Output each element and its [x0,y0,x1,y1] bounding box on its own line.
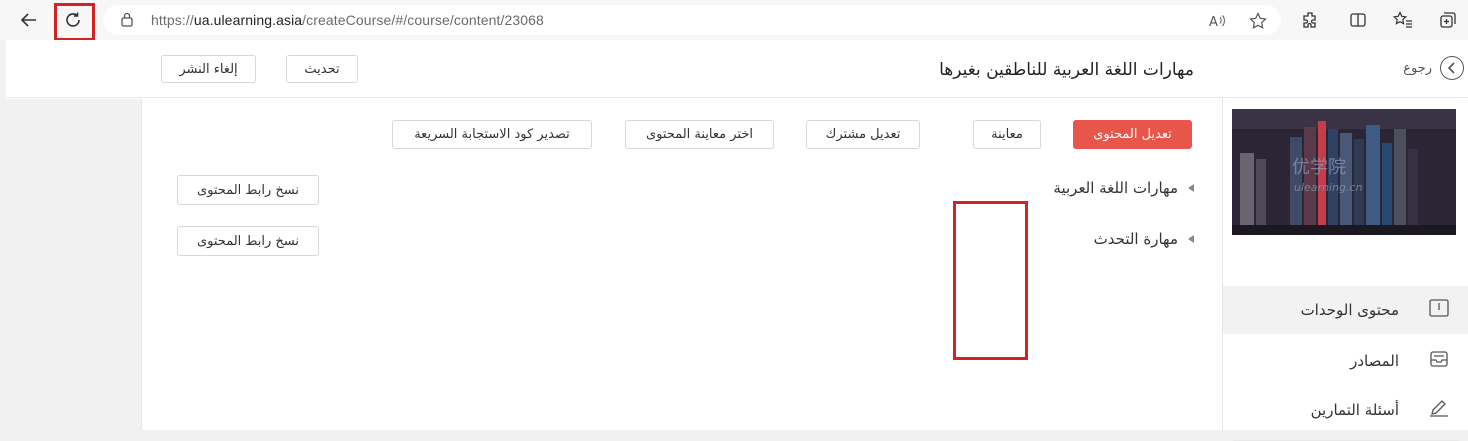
sidebar: 优学院 ulearning.cn محتوى الوحدات المصادر أ… [1222,99,1468,441]
favorite-star-icon[interactable] [1248,11,1268,31]
course-thumbnail: 优学院 ulearning.cn [1232,109,1456,235]
back-label: رجوع [1403,60,1432,76]
sidebar-item-label: محتوى الوحدات [1300,301,1399,319]
svg-text:A: A [1209,15,1218,29]
tree-node-title: مهارات اللغة العربية [1053,179,1178,197]
content-area: تعديل المحتوى معاينة تعديل مشترك اختر مع… [142,99,1222,430]
collections-icon[interactable] [1436,8,1460,32]
browser-toolbar: https://ua.ulearning.asia/createCourse/#… [0,0,1468,41]
pencil-icon [1429,399,1449,421]
highlight-refresh [54,3,95,41]
export-qr-button[interactable]: تصدير كود الاستجابة السريعة [392,120,592,149]
copy-link-button[interactable]: نسخ رابط المحتوى [177,226,319,256]
tree-node[interactable]: مهارة التحدث [1094,230,1194,248]
caret-right-icon[interactable] [1188,235,1194,243]
sidebar-item-label: المصادر [1350,352,1399,370]
tree-node[interactable]: مهارات اللغة العربية [1053,179,1194,197]
copy-link-button[interactable]: نسخ رابط المحتوى [177,175,319,205]
sidebar-item-label: أسئلة التمارين [1310,401,1399,419]
sidebar-item-exercises[interactable]: أسئلة التمارين [1223,386,1468,434]
shared-edit-button[interactable]: تعديل مشترك [806,120,920,149]
read-aloud-icon[interactable]: A [1207,11,1227,31]
extensions-icon[interactable] [1298,8,1322,32]
address-bar[interactable]: https://ua.ulearning.asia/createCourse/#… [103,5,1281,35]
book-icon [1429,299,1449,321]
back-link[interactable]: رجوع [1403,56,1464,80]
course-header: إلغاء النشر تحديث مهارات اللغة العربية ل… [6,40,1468,98]
caret-right-icon[interactable] [1188,184,1194,192]
update-button[interactable]: تحديث [286,55,358,83]
edit-content-button[interactable]: تعديل المحتوى [1073,120,1192,149]
back-arrow-icon[interactable] [14,6,44,34]
tree-node-title: مهارة التحدث [1093,230,1178,248]
page: إلغاء النشر تحديث مهارات اللغة العربية ل… [6,40,1468,441]
chevron-left-icon [1440,56,1464,80]
sidebar-item-unit-content[interactable]: محتوى الوحدات [1223,286,1468,334]
split-screen-icon[interactable] [1346,8,1370,32]
favorites-icon[interactable] [1391,8,1415,32]
preview-button[interactable]: معاينة [973,120,1041,149]
left-gutter [6,99,142,430]
choose-preview-button[interactable]: اختر معاينة المحتوى [625,120,774,149]
lock-icon [121,12,133,31]
url-text: https://ua.ulearning.asia/createCourse/#… [151,12,544,28]
unpublish-button[interactable]: إلغاء النشر [161,55,256,83]
course-title: مهارات اللغة العربية للناطقين بغيرها [939,60,1194,80]
sidebar-item-resources[interactable]: المصادر [1223,337,1468,385]
thumbnail-watermark-sub: ulearning.cn [1294,181,1363,194]
thumbnail-watermark: 优学院 [1292,157,1346,178]
inbox-icon [1429,350,1449,372]
highlight-box [953,201,1028,360]
